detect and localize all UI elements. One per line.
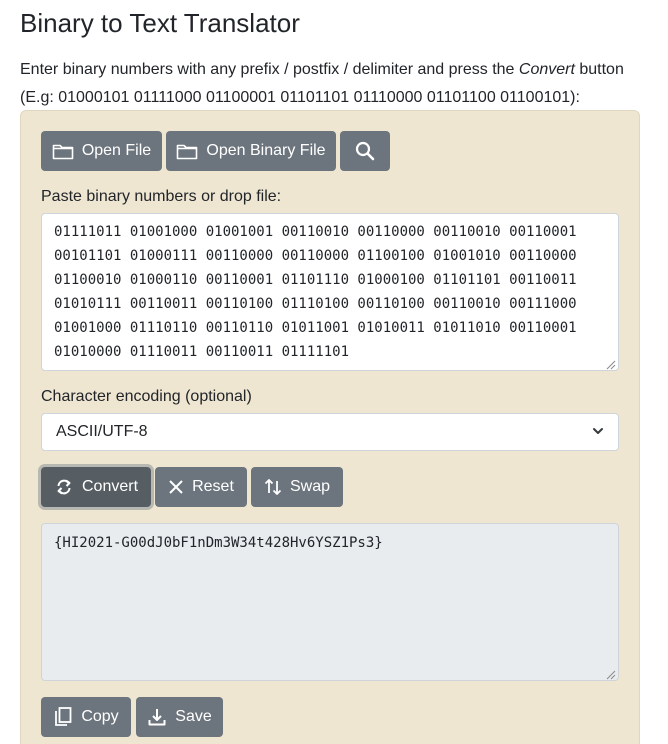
search-icon	[355, 141, 375, 161]
resize-handle-icon[interactable]	[606, 358, 616, 370]
binary-input-line: 01111011 01001000 01001001 00110010 0011…	[54, 224, 577, 240]
binary-input-line: 01001000 01110110 00110110 01011001 0101…	[54, 320, 577, 336]
convert-button[interactable]: Convert	[41, 467, 151, 507]
input-label: Paste binary numbers or drop file:	[41, 188, 282, 205]
open-file-button[interactable]: Open File	[41, 131, 162, 171]
close-icon	[168, 479, 184, 495]
reset-label: Reset	[192, 478, 234, 495]
page: Binary to Text Translator Enter binary n…	[0, 0, 668, 744]
save-label: Save	[175, 708, 212, 725]
convert-label: Convert	[81, 478, 139, 495]
description-pre: Enter binary numbers with any prefix / p…	[20, 61, 519, 78]
swap-vertical-icon	[264, 477, 282, 497]
text-output[interactable]: {HI2021-G00dJ0bF1nDm3W34t428Hv6YSZ1Ps3}	[41, 523, 619, 681]
encoding-select[interactable]: ASCII/UTF-8	[41, 413, 619, 451]
description-line: Enter binary numbers with any prefix / p…	[20, 56, 660, 84]
resize-handle-icon[interactable]	[606, 668, 616, 680]
refresh-icon	[54, 477, 74, 497]
reset-button[interactable]: Reset	[155, 467, 247, 507]
binary-input-line: 00101101 01000111 00110000 00110000 0110…	[54, 248, 577, 264]
encoding-label: Character encoding (optional)	[41, 388, 252, 405]
page-title: Binary to Text Translator	[20, 8, 300, 38]
description-post: button	[574, 61, 624, 78]
binary-input-line: 01010111 00110011 00110100 01110100 0011…	[54, 296, 577, 312]
description-convert-emphasis: Convert	[518, 61, 575, 78]
download-icon	[147, 707, 167, 727]
copy-icon	[53, 706, 73, 728]
page-description: Enter binary numbers with any prefix / p…	[20, 56, 660, 112]
chevron-down-icon	[592, 423, 604, 441]
encoding-selected-value: ASCII/UTF-8	[56, 423, 148, 440]
binary-input-line: 01100010 01000110 00110001 01101110 0100…	[54, 272, 577, 288]
swap-button[interactable]: Swap	[251, 467, 343, 507]
copy-label: Copy	[81, 708, 119, 725]
copy-button[interactable]: Copy	[41, 697, 131, 737]
folder-icon	[52, 142, 74, 160]
binary-input-line: 01010000 01110011 00110011 01111101	[54, 344, 350, 360]
open-binary-file-label: Open Binary File	[206, 142, 326, 159]
binary-input[interactable]: 01111011 01001000 01001001 00110010 0011…	[41, 213, 619, 371]
swap-label: Swap	[289, 478, 331, 495]
save-button[interactable]: Save	[136, 697, 223, 737]
open-binary-file-button[interactable]: Open Binary File	[166, 131, 336, 171]
search-button[interactable]	[340, 131, 390, 171]
text-output-value: {HI2021-G00dJ0bF1nDm3W34t428Hv6YSZ1Ps3}	[54, 535, 383, 551]
description-example: (E.g: 01000101 01111000 01100001 0110110…	[20, 89, 580, 106]
folder-icon	[176, 142, 198, 160]
open-file-label: Open File	[81, 142, 152, 159]
